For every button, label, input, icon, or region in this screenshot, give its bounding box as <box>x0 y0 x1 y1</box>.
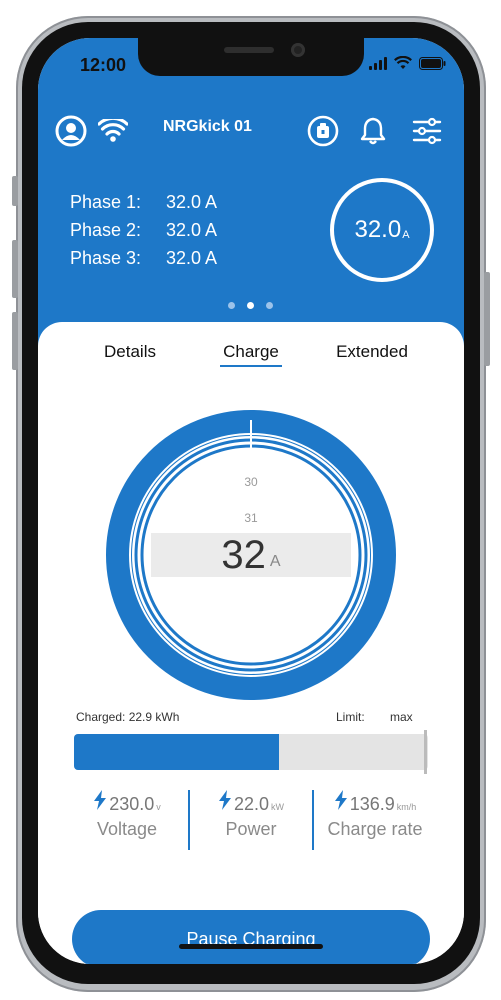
signal-icon <box>369 56 387 70</box>
phase-label: Phase 3: <box>70 248 142 268</box>
limit-label: Limit: <box>336 710 365 724</box>
total-current-value: 32.0 <box>354 216 402 243</box>
home-indicator[interactable] <box>179 944 323 949</box>
phase-value: 32.0 A <box>166 192 218 212</box>
charger-button[interactable] <box>306 114 340 148</box>
phase-value: 32.0 A <box>166 248 218 268</box>
selected-current[interactable]: 32 A <box>151 533 351 577</box>
lightning-icon <box>218 790 231 810</box>
stat-voltage: 230.0 v Voltage <box>66 790 188 850</box>
device-name[interactable]: NRGkick 01 <box>163 118 263 136</box>
page-dot[interactable] <box>266 302 273 309</box>
stat-unit: v <box>156 802 161 812</box>
tab-charge[interactable]: Charge <box>220 342 282 367</box>
battery-icon <box>419 56 446 70</box>
stat-unit: km/h <box>396 802 417 812</box>
limit-handle[interactable] <box>424 730 427 774</box>
stats-row: 230.0 v Voltage 22.0 kW Power 136.9 km/h <box>66 790 436 850</box>
limit-value[interactable]: max <box>390 710 413 724</box>
selected-current-unit: A <box>269 553 281 570</box>
charged-energy: Charged: 22.9 kWh <box>76 710 180 724</box>
app-screen: 12:00 NRGkick 01 Phase 1: 32.0 A Phase 2… <box>38 38 464 964</box>
page-dot-active[interactable] <box>247 302 254 309</box>
power-button <box>484 272 490 366</box>
stat-name: Power <box>225 819 277 839</box>
picker-option[interactable]: 31 <box>231 511 271 525</box>
phase-row: Phase 2: 32.0 A <box>70 216 217 244</box>
phase-label: Phase 1: <box>70 192 142 212</box>
total-current-unit: A <box>402 229 410 241</box>
phase-label: Phase 2: <box>70 220 142 240</box>
settings-sliders-icon <box>412 117 442 145</box>
phase-row: Phase 3: 32.0 A <box>70 244 217 272</box>
stat-value: 22.0 <box>233 794 270 814</box>
app-toolbar: NRGkick 01 <box>38 106 464 150</box>
settings-button[interactable] <box>410 114 444 148</box>
volume-down-button <box>12 312 18 370</box>
charging-station-icon <box>307 115 339 147</box>
current-gauge[interactable]: 30 31 32 A <box>106 410 396 700</box>
page-dot[interactable] <box>228 302 235 309</box>
status-time: 12:00 <box>80 55 127 75</box>
mute-switch <box>12 176 18 206</box>
stat-charge-rate: 136.9 km/h Charge rate <box>312 790 436 850</box>
stat-power: 22.0 kW Power <box>188 790 312 850</box>
tab-details[interactable]: Details <box>100 342 160 362</box>
tab-extended[interactable]: Extended <box>330 342 414 362</box>
wifi-status-button[interactable] <box>96 116 130 146</box>
tab-bar: Details Charge Extended <box>38 342 464 382</box>
stat-name: Charge rate <box>327 819 423 839</box>
notifications-button[interactable] <box>356 114 390 148</box>
volume-up-button <box>12 240 18 298</box>
selected-current-value: 32 <box>221 532 266 577</box>
user-icon <box>55 115 87 147</box>
notch <box>138 38 364 76</box>
lightning-icon <box>334 790 347 810</box>
page-indicator[interactable] <box>228 302 273 309</box>
charge-progress-fill <box>74 734 280 770</box>
front-camera <box>291 43 305 57</box>
bell-icon <box>360 117 386 145</box>
charge-progress-bar <box>74 734 428 770</box>
picker-option[interactable]: 30 <box>231 475 271 489</box>
wifi-icon <box>98 119 128 142</box>
stat-value: 136.9 <box>349 794 395 814</box>
phase-value: 32.0 A <box>166 220 218 240</box>
profile-button[interactable] <box>54 114 88 148</box>
pause-charging-button[interactable]: Pause Charging <box>72 910 430 964</box>
status-icons <box>369 56 446 70</box>
phase-row: Phase 1: 32.0 A <box>70 188 217 216</box>
charge-card: Details Charge Extended 30 31 32 A Charg… <box>38 322 464 964</box>
speaker <box>224 47 274 53</box>
wifi-icon <box>394 56 412 69</box>
stat-unit: kW <box>271 802 285 812</box>
phase-list: Phase 1: 32.0 A Phase 2: 32.0 A Phase 3:… <box>70 188 217 272</box>
stat-value: 230.0 <box>109 794 155 814</box>
total-current-circle: 32.0 A <box>330 178 434 282</box>
stat-name: Voltage <box>96 819 158 839</box>
lightning-icon <box>94 790 107 810</box>
